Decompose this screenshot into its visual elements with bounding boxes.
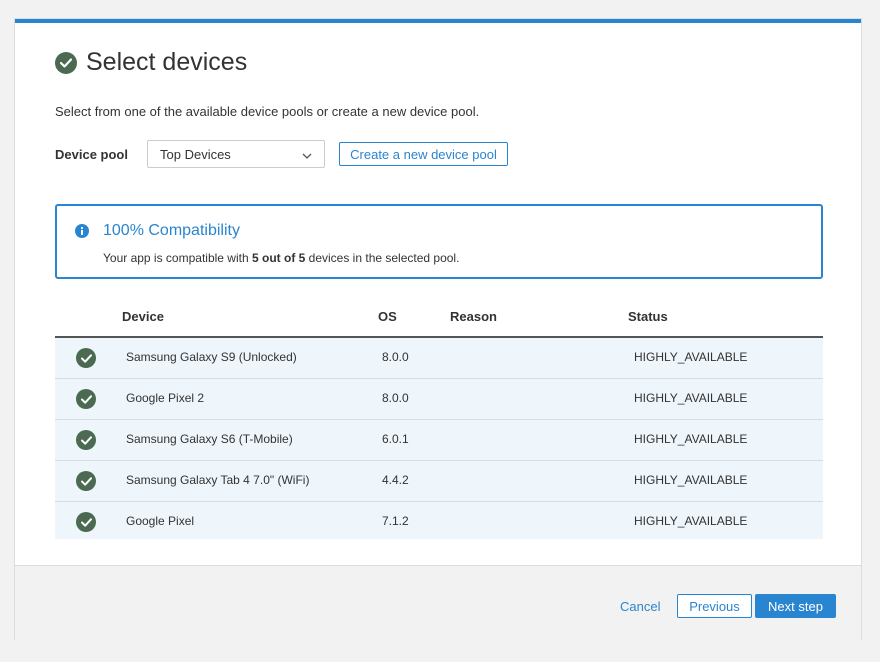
column-header-os[interactable]: OS [378, 309, 397, 324]
device-table: Device OS Reason Status Samsung Galaxy S… [55, 301, 823, 539]
device-name: Google Pixel 2 [126, 391, 205, 405]
cancel-button[interactable]: Cancel [620, 599, 660, 614]
table-row[interactable]: Google Pixel 7.1.2 HIGHLY_AVAILABLE [55, 502, 823, 539]
device-pool-value: Top Devices [160, 146, 231, 162]
table-row[interactable]: Samsung Galaxy S6 (T-Mobile) 6.0.1 HIGHL… [55, 420, 823, 461]
chevron-down-icon [302, 147, 312, 162]
compatibility-count: 5 out of 5 [251, 251, 306, 265]
compatibility-text-suffix: devices in the selected pool. [305, 251, 460, 265]
device-name: Google Pixel [126, 514, 195, 528]
check-circle-icon [76, 430, 96, 450]
next-step-button[interactable]: Next step [755, 594, 836, 618]
device-name: Samsung Galaxy S9 (Unlocked) [126, 350, 297, 364]
device-pool-row: Device pool Top Devices Create a new dev… [55, 140, 508, 168]
check-circle-icon [76, 389, 96, 409]
device-name: Samsung Galaxy S6 (T-Mobile) [126, 432, 293, 446]
previous-button[interactable]: Previous [677, 594, 752, 618]
info-icon [75, 224, 89, 243]
accent-bar [15, 19, 861, 23]
device-os: 7.1.2 [382, 514, 409, 528]
check-circle-icon [76, 471, 96, 491]
compatibility-alert: 100% Compatibility Your app is compatibl… [55, 204, 823, 279]
device-os: 8.0.0 [382, 350, 409, 364]
check-circle-icon [76, 348, 96, 368]
device-name: Samsung Galaxy Tab 4 7.0" (WiFi) [126, 473, 310, 487]
device-os: 8.0.0 [382, 391, 409, 405]
device-status: HIGHLY_AVAILABLE [634, 391, 748, 405]
device-status: HIGHLY_AVAILABLE [634, 350, 748, 364]
title-row: Select devices [55, 48, 247, 77]
device-status: HIGHLY_AVAILABLE [634, 514, 748, 528]
compatibility-text-prefix: Your app is compatible with [103, 251, 252, 265]
check-circle-icon [55, 51, 77, 74]
device-status: HIGHLY_AVAILABLE [634, 473, 748, 487]
page-title: Select devices [86, 48, 248, 76]
compatibility-title: 100% Compatibility [103, 222, 240, 239]
create-device-pool-button[interactable]: Create a new device pool [339, 142, 508, 166]
wizard-footer: Cancel Previous Next step [15, 565, 861, 641]
device-pool-select[interactable]: Top Devices [147, 140, 325, 168]
device-status: HIGHLY_AVAILABLE [634, 432, 748, 446]
table-row[interactable]: Samsung Galaxy Tab 4 7.0" (WiFi) 4.4.2 H… [55, 461, 823, 502]
device-os: 6.0.1 [382, 432, 409, 446]
page-subtitle: Select from one of the available device … [55, 104, 480, 119]
table-row[interactable]: Samsung Galaxy S9 (Unlocked) 8.0.0 HIGHL… [55, 338, 823, 379]
device-pool-label: Device pool [55, 146, 128, 162]
table-header: Device OS Reason Status [55, 301, 823, 338]
check-circle-icon [76, 512, 96, 532]
column-header-reason[interactable]: Reason [450, 309, 497, 324]
compatibility-text: Your app is compatible with 5 out of 5 d… [103, 251, 459, 265]
select-devices-panel: Select devices Select from one of the av… [14, 18, 862, 641]
device-os: 4.4.2 [382, 473, 409, 487]
column-header-device[interactable]: Device [122, 309, 164, 324]
table-row[interactable]: Google Pixel 2 8.0.0 HIGHLY_AVAILABLE [55, 379, 823, 420]
column-header-status[interactable]: Status [628, 309, 668, 324]
